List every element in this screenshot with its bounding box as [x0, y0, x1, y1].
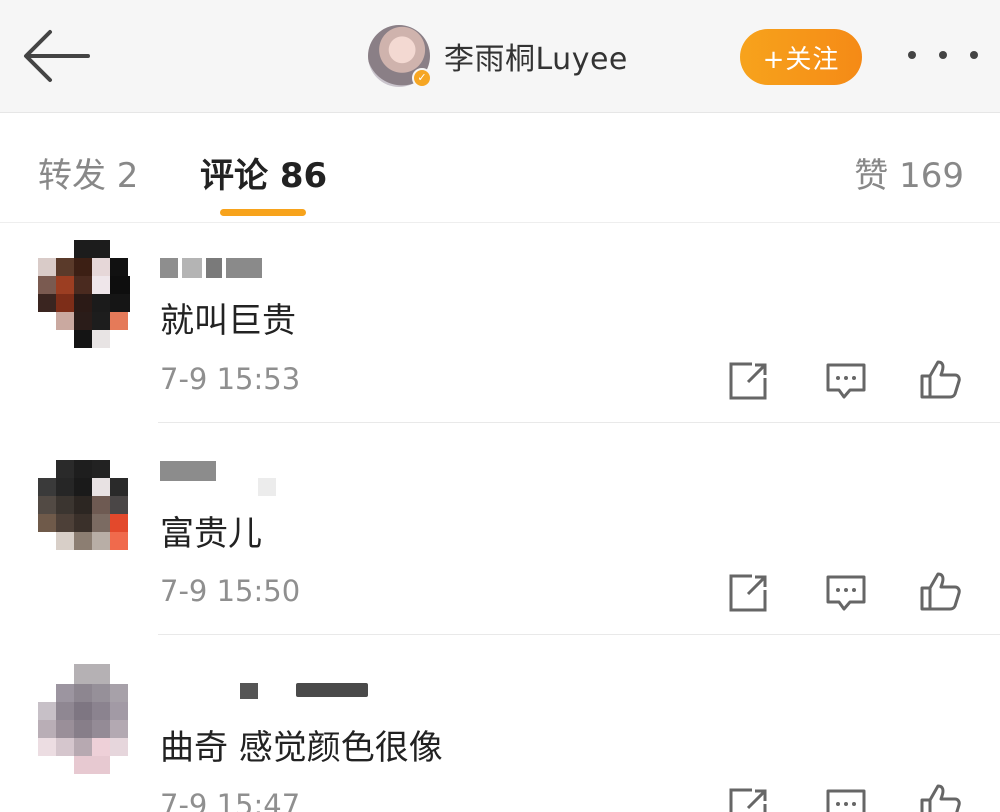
username-redacted-extra — [258, 478, 276, 496]
avatar[interactable] — [38, 664, 130, 774]
author-info[interactable]: ✓ 李雨桐Luyee — [368, 24, 628, 88]
comment-time: 7-9 15:53 — [160, 362, 301, 396]
divider — [158, 634, 1000, 635]
comment-time: 7-9 15:47 — [160, 788, 301, 812]
username-redacted[interactable] — [240, 683, 258, 699]
tab-likes[interactable]: 赞 169 — [854, 148, 964, 197]
divider — [158, 422, 1000, 423]
comment-text: 就叫巨贵 — [160, 301, 296, 341]
more-dots-icon[interactable] — [908, 45, 978, 65]
avatar[interactable] — [38, 460, 130, 568]
author-name[interactable]: 李雨桐Luyee — [444, 34, 628, 78]
comment-icon[interactable] — [824, 572, 868, 614]
top-bar: ✓ 李雨桐Luyee +关注 — [0, 0, 1000, 113]
tab-comments[interactable]: 评论 86 — [200, 148, 327, 197]
avatar[interactable] — [38, 240, 130, 348]
repost-icon[interactable] — [726, 360, 770, 402]
back-arrow-icon[interactable] — [22, 26, 92, 86]
comment-icon[interactable] — [824, 786, 868, 812]
username-redacted-extra — [296, 683, 368, 697]
tab-repost[interactable]: 转发 2 — [38, 148, 138, 197]
follow-button[interactable]: +关注 — [740, 29, 862, 85]
verified-badge-icon: ✓ — [412, 68, 432, 88]
repost-icon[interactable] — [726, 572, 770, 614]
comment-text: 富贵儿 — [160, 514, 262, 554]
username-redacted[interactable] — [160, 461, 216, 481]
comment-time: 7-9 15:50 — [160, 574, 301, 608]
active-tab-indicator — [220, 209, 306, 216]
repost-icon[interactable] — [726, 786, 770, 812]
tab-bar: 转发 2 评论 86 赞 169 — [0, 113, 1000, 223]
author-avatar[interactable]: ✓ — [368, 25, 432, 88]
like-icon[interactable] — [918, 782, 962, 812]
username-redacted[interactable] — [160, 258, 262, 278]
comment-text: 曲奇 感觉颜色很像 — [160, 728, 443, 768]
comment-icon[interactable] — [824, 360, 868, 402]
like-icon[interactable] — [918, 358, 962, 400]
like-icon[interactable] — [918, 570, 962, 612]
